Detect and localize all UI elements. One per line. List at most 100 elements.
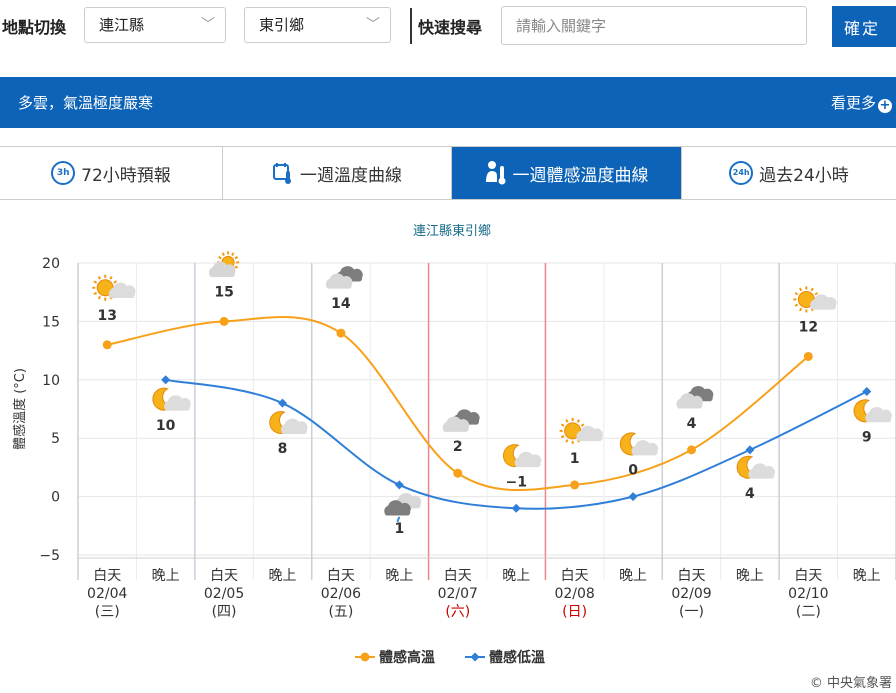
data-point-low (745, 445, 755, 455)
x-tick-date: 02/08 (554, 586, 594, 602)
x-tick-date: 02/05 (204, 586, 244, 602)
moon-cloud-icon (736, 455, 775, 479)
cloudy-icon (676, 385, 714, 409)
x-tick-date: 02/04 (87, 586, 127, 602)
tab-label: 一週溫度曲線 (300, 165, 402, 186)
data-label: 0 (628, 463, 638, 479)
legend-marker (470, 652, 480, 662)
x-tick-period: 白天 (561, 568, 589, 584)
sun-ray (97, 295, 102, 300)
sun-ray (97, 276, 102, 280)
cloud-shape (514, 451, 542, 468)
sun-ray (794, 303, 799, 307)
sun-ray (221, 252, 225, 256)
y-tick-label: 5 (51, 431, 60, 447)
tab-label: 72小時預報 (81, 165, 171, 186)
top-bar: 地點切換 連江縣 ﹀ 東引鄉 ﹀ 快速搜尋 確定 (0, 0, 896, 54)
legend-item-low: 體感低溫 (465, 649, 545, 666)
x-tick-weekday: (二) (796, 604, 821, 620)
data-point-high (803, 351, 813, 361)
x-tick-weekday: (日) (562, 604, 587, 620)
x-tick-period: 晚上 (152, 568, 180, 584)
x-tick-period: 晚上 (853, 568, 881, 584)
x-tick-period: 白天 (210, 568, 238, 584)
sun-ray (794, 292, 799, 296)
x-tick-period: 晚上 (619, 568, 647, 584)
data-point-high (453, 468, 463, 478)
cloud-shape (865, 406, 892, 423)
y-tick-label: 15 (42, 314, 60, 330)
data-point-high (336, 328, 346, 338)
weather-banner: 多雲，氣溫極度嚴寒 看更多 + (0, 77, 896, 128)
sunny-cloud-icon (559, 417, 603, 444)
confirm-button[interactable]: 確定 (832, 6, 896, 47)
tab-label: 一週體感溫度曲線 (512, 165, 649, 186)
sun-ray (560, 435, 565, 439)
county-select[interactable]: 連江縣 ﹀ (84, 7, 226, 43)
sun-ray (218, 256, 222, 260)
y-tick-label: 20 (42, 256, 60, 272)
data-label: 10 (156, 418, 176, 434)
tab-72h-forecast[interactable]: 3h 72小時預報 (0, 147, 223, 199)
x-tick-period: 白天 (327, 568, 355, 584)
location-label: 地點切換 (2, 18, 67, 37)
x-tick-date: 02/10 (788, 586, 828, 602)
rain-cloud-icon (384, 493, 422, 523)
county-value: 連江縣 (99, 16, 145, 34)
data-label: 13 (97, 308, 116, 324)
sunny-cloud-icon (793, 286, 837, 313)
sun-ray (580, 423, 585, 427)
tab-weekly-temp[interactable]: 一週溫度曲線 (223, 147, 452, 199)
more-link[interactable]: 看更多 + (831, 92, 892, 113)
tab-bar: 3h 72小時預報 一週溫度曲線 一週體感溫度曲線 24h 過去24小時 (0, 146, 896, 200)
sun-ray (565, 439, 569, 443)
sun-ray (560, 423, 565, 427)
divider (410, 8, 412, 44)
thermometer-calendar-icon (273, 163, 291, 184)
data-label: 14 (331, 296, 351, 312)
moon-cloud-icon (619, 432, 659, 456)
sun-ray (231, 252, 235, 256)
weather-summary: 多雲，氣溫極度嚴寒 (18, 94, 154, 112)
y-tick-label: 0 (51, 490, 60, 506)
tab-label: 過去24小時 (759, 165, 849, 186)
x-tick-period: 晚上 (385, 568, 413, 584)
y-tick-label: 10 (42, 373, 60, 389)
moon-cloud-icon (853, 399, 892, 423)
clock-24h-icon: 24h (729, 161, 754, 185)
legend-item-high: 體感高溫 (355, 649, 435, 666)
sun-ray (576, 419, 581, 423)
x-tick-period: 白天 (444, 568, 472, 584)
x-tick-weekday: (三) (95, 604, 120, 620)
sun-ray (814, 292, 819, 296)
cloud-shape (164, 395, 191, 411)
sunny-cloud-icon (92, 274, 136, 301)
chart-title: 連江縣東引鄉 (413, 223, 491, 239)
sun-ray (565, 419, 569, 423)
data-point-low (394, 480, 404, 490)
data-label: 1 (570, 451, 580, 467)
x-tick-period: 白天 (678, 568, 706, 584)
sun-ray (798, 287, 803, 292)
chevron-down-icon: ﹀ (366, 17, 380, 33)
cloud-shape (631, 440, 659, 456)
x-tick-period: 晚上 (269, 568, 297, 584)
tab-weekly-feels-like[interactable]: 一週體感溫度曲線 (452, 147, 682, 199)
copyright: © 中央氣象署 (809, 676, 892, 691)
data-label: 12 (799, 319, 818, 335)
data-point-low (862, 386, 872, 396)
sun-ray (93, 291, 98, 296)
data-label: 1 (394, 521, 404, 537)
legend-marker (360, 652, 370, 662)
x-tick-period: 白天 (794, 568, 822, 584)
data-point-low (161, 375, 171, 385)
plus-icon: + (878, 98, 892, 113)
y-tick-label: −5 (39, 548, 60, 564)
data-point-high (102, 340, 112, 350)
tab-past-24h[interactable]: 24h 過去24小時 (682, 147, 896, 199)
more-link-label: 看更多 (830, 94, 876, 112)
township-select[interactable]: 東引鄉 ﹀ (244, 7, 391, 43)
search-input[interactable] (501, 6, 807, 45)
data-label: −1 (505, 474, 526, 490)
data-label: 2 (453, 439, 463, 455)
